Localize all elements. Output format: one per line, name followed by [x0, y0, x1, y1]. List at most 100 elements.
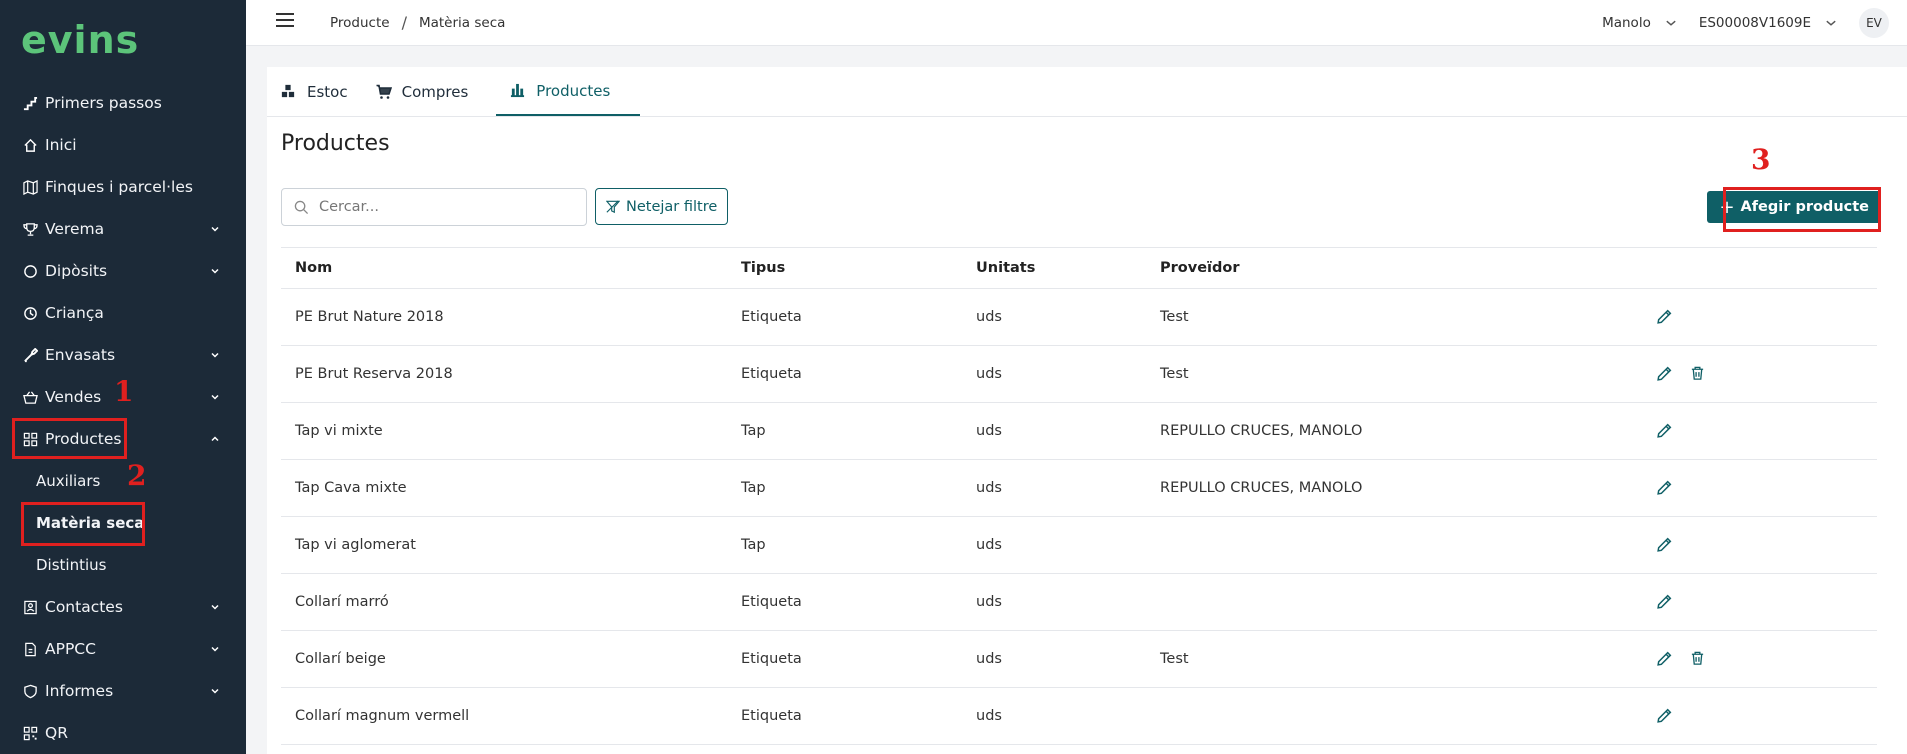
chevron-down-icon — [1826, 20, 1836, 26]
tab-productes[interactable]: Productes — [496, 67, 641, 116]
annotation-box-add-product — [1723, 187, 1881, 232]
avatar[interactable]: EV — [1859, 8, 1889, 38]
annotation-number-1: 1 — [114, 375, 134, 408]
breadcrumb-item[interactable]: Producte — [330, 15, 390, 31]
cell-actions — [1656, 422, 1674, 440]
table-body: PE Brut Nature 2018 Etiqueta uds Test PE Bru… — [281, 289, 1877, 745]
cell-proveidor: REPULLO CRUCES, MANOLO — [1160, 480, 1363, 496]
shield-icon — [22, 683, 38, 699]
edit-icon[interactable] — [1656, 707, 1674, 725]
sidebar-subitem-distintius[interactable]: Distintius — [0, 544, 246, 586]
annotation-box-productes — [12, 418, 127, 459]
clear-filter-label: Netejar filtre — [626, 198, 718, 215]
sidebar-item-verema[interactable]: Verema — [0, 208, 246, 250]
sidebar-item-label: Criança — [45, 304, 104, 322]
edit-icon[interactable] — [1656, 593, 1674, 611]
delete-icon[interactable] — [1690, 365, 1708, 383]
topbar-right: Manolo ES00008V1609E EV — [1602, 8, 1889, 38]
cell-tipus: Etiqueta — [741, 651, 802, 667]
table-row[interactable]: Collarí beige Etiqueta uds Test — [281, 631, 1877, 688]
table-row[interactable]: Tap vi mixte Tap uds REPULLO CRUCES, MANOLO — [281, 403, 1877, 460]
chevron-down-icon — [211, 688, 219, 694]
table-row[interactable]: Collarí marró Etiqueta uds — [281, 574, 1877, 631]
chevron-up-icon — [211, 436, 219, 442]
chevron-down-icon — [211, 268, 219, 274]
cell-actions — [1656, 707, 1674, 725]
cell-actions — [1656, 593, 1674, 611]
cell-actions — [1656, 536, 1674, 554]
edit-icon[interactable] — [1656, 650, 1674, 668]
cell-proveidor: Test — [1160, 651, 1189, 667]
cell-actions — [1656, 479, 1674, 497]
delete-icon[interactable] — [1690, 650, 1708, 668]
cell-actions — [1656, 308, 1674, 326]
document-icon — [22, 641, 38, 657]
cell-tipus: Etiqueta — [741, 594, 802, 610]
cell-proveidor: Test — [1160, 309, 1189, 325]
column-header-nom[interactable]: Nom — [281, 260, 741, 276]
column-header-proveidor[interactable]: Proveïdor — [1160, 260, 1656, 276]
search-field[interactable] — [281, 188, 587, 226]
basket-icon — [22, 389, 38, 405]
table-row[interactable]: PE Brut Nature 2018 Etiqueta uds Test — [281, 289, 1877, 346]
cell-actions — [1656, 650, 1708, 668]
table-row[interactable]: PE Brut Reserva 2018 Etiqueta uds Test — [281, 346, 1877, 403]
page-title: Productes — [281, 131, 390, 156]
sidebar-item-label: Dipòsits — [45, 262, 108, 280]
column-header-unitats[interactable]: Unitats — [976, 260, 1160, 276]
filter-clear-icon — [606, 199, 620, 213]
edit-icon[interactable] — [1656, 422, 1674, 440]
edit-icon[interactable] — [1656, 536, 1674, 554]
column-header-tipus[interactable]: Tipus — [741, 260, 976, 276]
annotation-number-2: 2 — [127, 459, 147, 492]
account-dropdown[interactable]: ES00008V1609E — [1699, 15, 1837, 31]
sidebar-item-label: Envasats — [45, 346, 116, 364]
cell-tipus: Etiqueta — [741, 366, 802, 382]
clear-filter-button[interactable]: Netejar filtre — [595, 188, 729, 225]
edit-icon[interactable] — [1656, 479, 1674, 497]
qr-icon — [22, 725, 38, 741]
sidebar-item-informes[interactable]: Informes — [0, 670, 246, 712]
table-row[interactable]: Collarí magnum vermell Etiqueta uds — [281, 688, 1877, 745]
cell-proveidor: REPULLO CRUCES, MANOLO — [1160, 423, 1363, 439]
edit-icon[interactable] — [1656, 365, 1674, 383]
user-name: Manolo — [1602, 15, 1651, 31]
cell-nom: Collarí marró — [295, 594, 389, 610]
user-dropdown[interactable]: Manolo — [1602, 15, 1677, 31]
chevron-down-icon — [1666, 20, 1676, 26]
sidebar-item-finques[interactable]: Finques i parcel·les — [0, 166, 246, 208]
table-row[interactable]: Tap vi aglomerat Tap uds — [281, 517, 1877, 574]
sidebar-item-diposits[interactable]: Dipòsits — [0, 250, 246, 292]
sidebar-item-label: QR — [45, 724, 68, 742]
sidebar-item-label: APPCC — [45, 640, 96, 658]
sidebar-item-label: Verema — [45, 220, 105, 238]
sidebar-item-envasats[interactable]: Envasats — [0, 334, 246, 376]
sidebar-item-inici[interactable]: Inici — [0, 124, 246, 166]
sidebar-item-label: Inici — [45, 136, 77, 154]
cell-tipus: Tap — [741, 537, 766, 553]
tab-compres[interactable]: Compres — [376, 67, 485, 116]
cell-unitats: uds — [976, 423, 1002, 439]
menu-icon[interactable] — [276, 13, 294, 27]
cell-nom: PE Brut Nature 2018 — [295, 309, 444, 325]
sidebar-item-contactes[interactable]: Contactes — [0, 586, 246, 628]
sidebar-item-label: Contactes — [45, 598, 123, 616]
sidebar-subitem-auxiliars[interactable]: Auxiliars — [0, 460, 246, 502]
tab-estoc[interactable]: Estoc — [281, 67, 364, 116]
cell-proveidor: Test — [1160, 366, 1189, 382]
table-header: Nom Tipus Unitats Proveïdor — [281, 247, 1877, 289]
cell-nom: Collarí beige — [295, 651, 386, 667]
sidebar-item-label: Finques i parcel·les — [45, 178, 193, 196]
sidebar-item-crianca[interactable]: Criança — [0, 292, 246, 334]
edit-icon[interactable] — [1656, 308, 1674, 326]
tab-bar: Estoc Compres Productes — [267, 67, 1907, 117]
sidebar-item-primers-passos[interactable]: Primers passos — [0, 82, 246, 124]
sidebar-item-appcc[interactable]: APPCC — [0, 628, 246, 670]
sidebar-item-qr[interactable]: QR — [0, 712, 246, 754]
app-logo[interactable]: evins — [21, 18, 139, 62]
search-input[interactable] — [319, 199, 559, 215]
main-content: Producte / Matèria seca Manolo ES00008V1… — [246, 0, 1907, 754]
table-row[interactable]: Tap Cava mixte Tap uds REPULLO CRUCES, MANO… — [281, 460, 1877, 517]
cell-unitats: uds — [976, 309, 1002, 325]
cart-icon — [376, 84, 392, 100]
